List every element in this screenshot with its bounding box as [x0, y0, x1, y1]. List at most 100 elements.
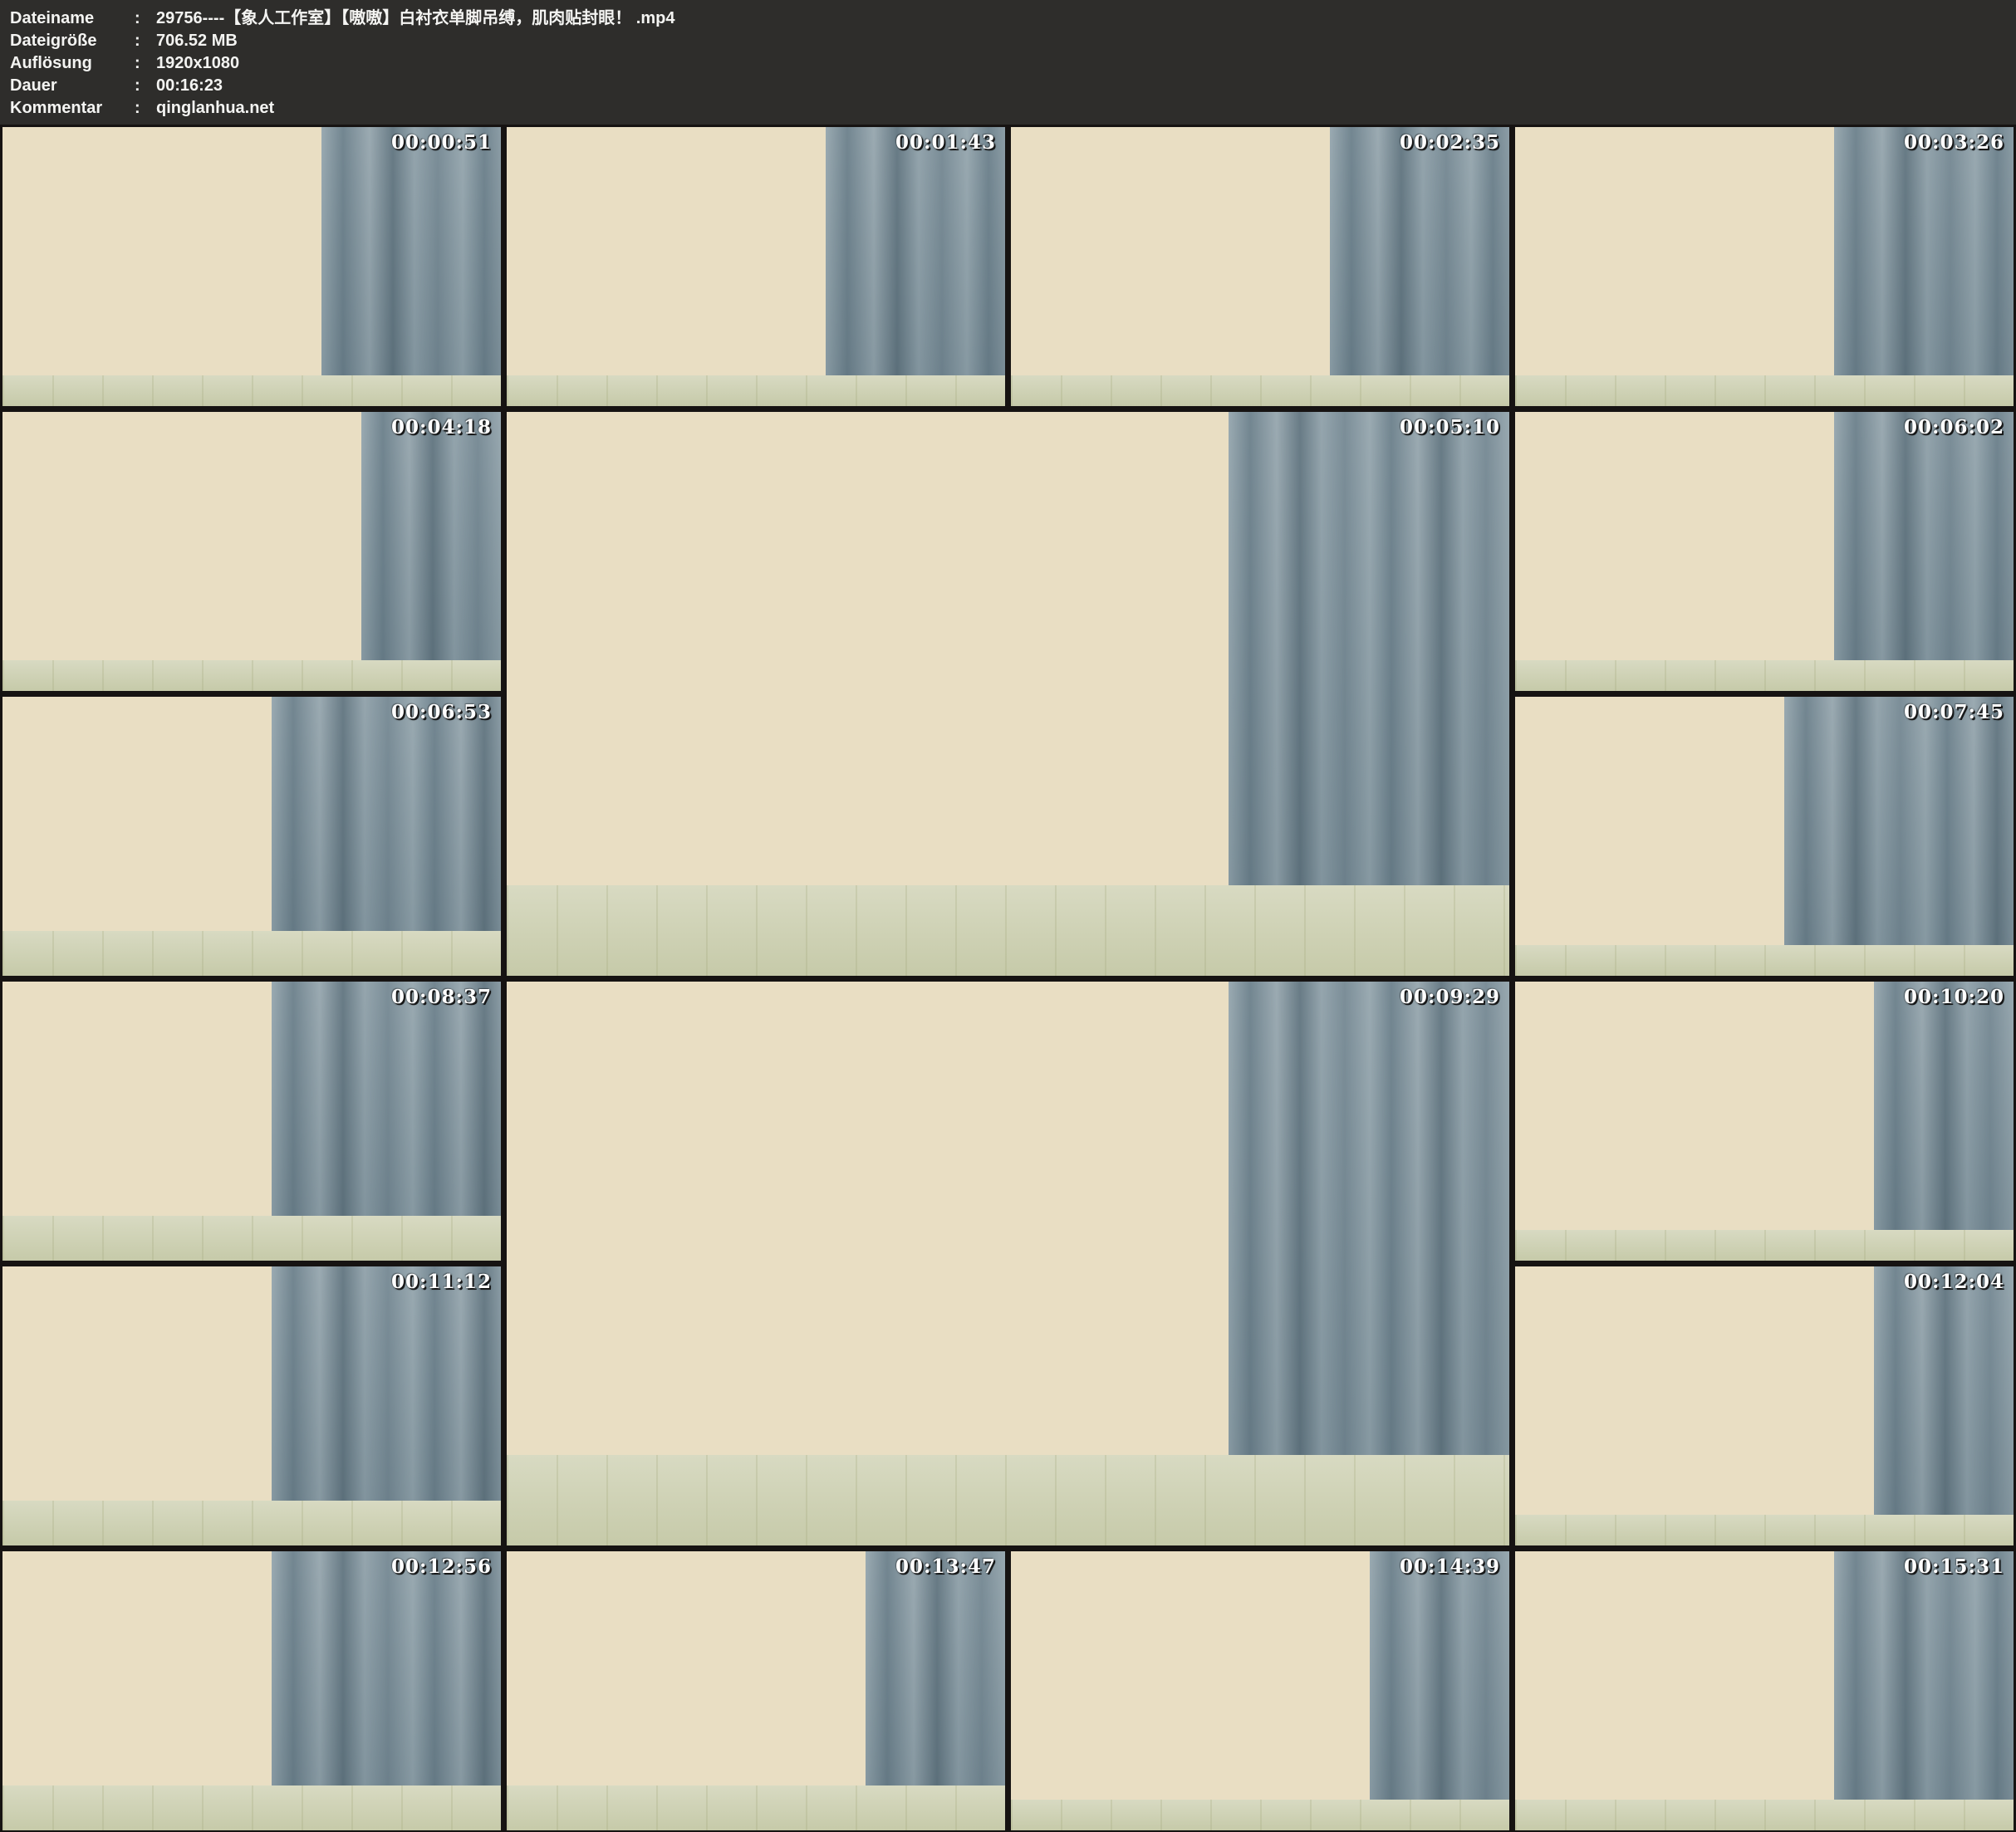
video-thumbnail-large: 00:09:29 — [507, 982, 1509, 1545]
timestamp-overlay: 00:07:45 — [1904, 701, 2004, 723]
separator: : — [135, 30, 156, 52]
screen-region — [507, 982, 1229, 1455]
thumbnail-image-placeholder — [1515, 982, 2014, 1261]
filesize-value: 706.52 MB — [156, 30, 2006, 52]
filesize-label: Dateigröße — [10, 30, 135, 52]
video-thumbnail: 00:10:20 — [1515, 982, 2014, 1261]
timestamp-overlay: 00:13:47 — [895, 1555, 996, 1578]
timestamp-overlay: 00:01:43 — [895, 131, 996, 154]
metadata-row-resolution: Auflösung : 1920x1080 — [10, 52, 2006, 75]
thumbnail-image-placeholder — [1011, 127, 1509, 406]
curtain-region — [866, 1551, 1005, 1785]
floor-region — [507, 1455, 1509, 1545]
floor-region — [1515, 1230, 2014, 1261]
curtain-region — [1784, 697, 2014, 945]
floor-region — [507, 1785, 1005, 1830]
thumbnail-image-placeholder — [1515, 1551, 2014, 1830]
video-thumbnail: 00:00:51 — [2, 127, 501, 406]
timestamp-overlay: 00:12:56 — [391, 1555, 492, 1578]
screen-region — [1515, 1266, 1874, 1515]
video-thumbnail-large: 00:05:10 — [507, 412, 1509, 976]
floor-region — [2, 1501, 501, 1545]
screen-region — [2, 1551, 272, 1785]
thumbnail-image-placeholder — [1515, 1266, 2014, 1545]
screen-region — [1011, 1551, 1370, 1800]
filename-value: 29756----【象人工作室】【嗷嗷】白衬衣单脚吊缚，肌肉贴封眼！ .mp4 — [156, 7, 2006, 30]
thumbnail-image-placeholder — [1515, 697, 2014, 976]
thumbnail-image-placeholder — [507, 127, 1005, 406]
resolution-value: 1920x1080 — [156, 52, 2006, 75]
screen-region — [1515, 982, 1874, 1230]
comment-label: Kommentar — [10, 97, 135, 120]
thumbnail-image-placeholder — [1515, 412, 2014, 691]
thumbnail-image-placeholder — [1011, 1551, 1509, 1830]
floor-region — [2, 375, 501, 406]
video-thumbnail: 00:07:45 — [1515, 697, 2014, 976]
metadata-row-comment: Kommentar : qinglanhua.net — [10, 97, 2006, 120]
video-thumbnail: 00:12:04 — [1515, 1266, 2014, 1545]
comment-value: qinglanhua.net — [156, 97, 2006, 120]
timestamp-overlay: 00:04:18 — [391, 416, 492, 438]
thumbnail-image-placeholder — [2, 412, 501, 691]
video-thumbnail: 00:04:18 — [2, 412, 501, 691]
curtain-region — [272, 697, 501, 931]
video-thumbnail: 00:01:43 — [507, 127, 1005, 406]
floor-region — [1011, 1800, 1509, 1830]
thumbnail-image-placeholder — [507, 982, 1509, 1545]
video-thumbnail: 00:14:39 — [1011, 1551, 1509, 1830]
thumbnail-image-placeholder — [2, 1266, 501, 1545]
thumbnail-image-placeholder — [1515, 127, 2014, 406]
curtain-region — [1229, 412, 1509, 885]
separator: : — [135, 97, 156, 120]
screen-region — [507, 127, 826, 375]
curtain-region — [272, 1551, 501, 1785]
screen-region — [1515, 127, 1834, 375]
floor-region — [2, 931, 501, 976]
thumbnail-image-placeholder — [507, 412, 1509, 976]
duration-label: Dauer — [10, 75, 135, 97]
screen-region — [1515, 412, 1834, 660]
screen-region — [2, 127, 321, 375]
curtain-region — [826, 127, 1005, 375]
video-thumbnail: 00:02:35 — [1011, 127, 1509, 406]
floor-region — [1515, 1800, 2014, 1830]
floor-region — [1515, 375, 2014, 406]
curtain-region — [1370, 1551, 1509, 1800]
timestamp-overlay: 00:11:12 — [391, 1271, 492, 1293]
timestamp-overlay: 00:09:29 — [1400, 986, 1500, 1008]
floor-region — [2, 1216, 501, 1261]
floor-region — [1515, 945, 2014, 976]
filename-label: Dateiname — [10, 7, 135, 30]
timestamp-overlay: 00:14:39 — [1400, 1555, 1500, 1578]
floor-region — [1515, 1515, 2014, 1545]
file-metadata-header: Dateiname : 29756----【象人工作室】【嗷嗷】白衬衣单脚吊缚，… — [0, 0, 2016, 125]
timestamp-overlay: 00:06:53 — [391, 701, 492, 723]
video-thumbnail: 00:11:12 — [2, 1266, 501, 1545]
screen-region — [2, 1266, 272, 1501]
curtain-region — [272, 982, 501, 1216]
separator: : — [135, 7, 156, 30]
timestamp-overlay: 00:00:51 — [391, 131, 492, 154]
timestamp-overlay: 00:03:26 — [1904, 131, 2004, 154]
floor-region — [1011, 375, 1509, 406]
curtain-region — [1330, 127, 1509, 375]
video-thumbnail: 00:15:31 — [1515, 1551, 2014, 1830]
curtain-region — [1874, 1266, 2014, 1515]
video-thumbnail: 00:12:56 — [2, 1551, 501, 1830]
resolution-label: Auflösung — [10, 52, 135, 75]
screen-region — [507, 412, 1229, 885]
floor-region — [2, 660, 501, 691]
timestamp-overlay: 00:12:04 — [1904, 1271, 2004, 1293]
metadata-row-duration: Dauer : 00:16:23 — [10, 75, 2006, 97]
video-thumbnail: 00:03:26 — [1515, 127, 2014, 406]
floor-region — [2, 1785, 501, 1830]
floor-region — [507, 375, 1005, 406]
screen-region — [2, 412, 361, 660]
thumbnail-image-placeholder — [2, 1551, 501, 1830]
thumbnail-image-placeholder — [507, 1551, 1005, 1830]
separator: : — [135, 75, 156, 97]
screen-region — [1515, 697, 1784, 945]
curtain-region — [1874, 982, 2014, 1230]
duration-value: 00:16:23 — [156, 75, 2006, 97]
thumbnail-image-placeholder — [2, 697, 501, 976]
